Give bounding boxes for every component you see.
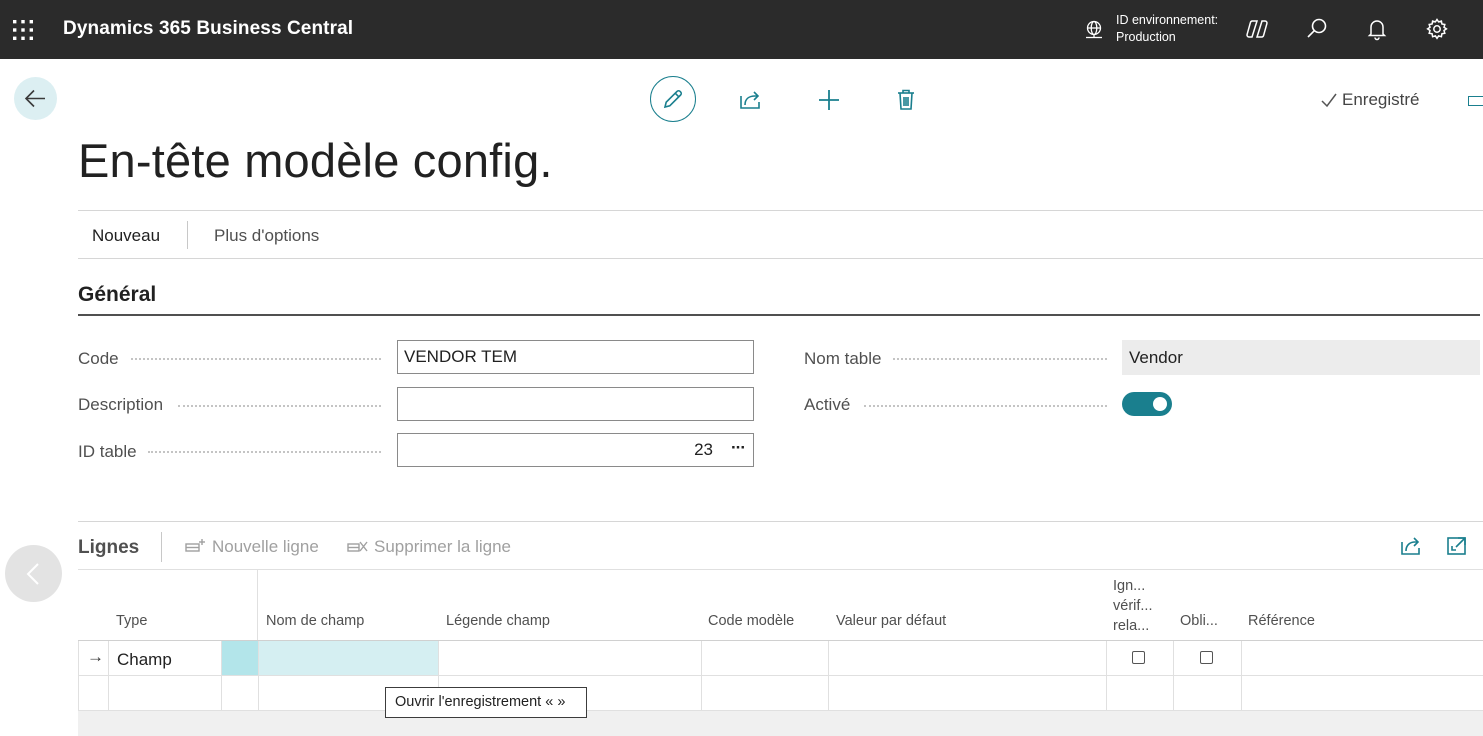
divider bbox=[78, 210, 1483, 211]
type-value: Champ bbox=[117, 650, 172, 669]
col-header-field-name[interactable]: Nom de champ bbox=[266, 613, 364, 629]
settings-gear-icon[interactable] bbox=[1425, 17, 1449, 41]
pencil-icon bbox=[663, 89, 683, 109]
reference-cell[interactable] bbox=[1242, 676, 1483, 711]
saved-label: Enregistré bbox=[1342, 90, 1420, 109]
header-line: Ign... bbox=[1113, 578, 1146, 594]
open-record-tooltip: Ouvrir l'enregistrement « » bbox=[385, 687, 587, 718]
insert-row-icon bbox=[185, 539, 205, 552]
top-bar: Dynamics 365 Business Central ID environ… bbox=[0, 0, 1483, 59]
reference-cell[interactable] bbox=[1242, 641, 1483, 676]
grid-footer bbox=[78, 711, 1483, 736]
menu-more-options[interactable]: Plus d'options bbox=[214, 226, 319, 246]
environment-label: ID environnement: bbox=[1116, 13, 1219, 27]
divider bbox=[78, 569, 1483, 570]
leader-dots bbox=[178, 405, 381, 407]
field-name-cell[interactable] bbox=[259, 641, 439, 676]
saved-status: Enregistré bbox=[1320, 90, 1419, 110]
menu-new[interactable]: Nouveau bbox=[92, 226, 160, 246]
share-button[interactable] bbox=[730, 80, 770, 120]
template-code-cell[interactable] bbox=[702, 641, 829, 676]
back-arrow-icon bbox=[24, 89, 45, 108]
app-title[interactable]: Dynamics 365 Business Central bbox=[63, 18, 353, 40]
leader-dots bbox=[864, 405, 1107, 407]
new-line-button[interactable]: Nouvelle ligne bbox=[185, 537, 319, 557]
leader-dots bbox=[148, 451, 381, 453]
row-marker-cell[interactable] bbox=[78, 676, 109, 711]
col-header-ignore-relation[interactable]: Ign... vérif... rela... bbox=[1113, 576, 1152, 636]
table-id-input[interactable]: 23 ··· bbox=[397, 433, 754, 467]
table-id-label: ID table bbox=[78, 442, 137, 461]
environment-value: Production bbox=[1116, 30, 1176, 44]
checkmark-icon bbox=[1321, 93, 1337, 108]
back-button[interactable] bbox=[14, 77, 57, 120]
delete-row-icon bbox=[347, 541, 368, 552]
environment-info[interactable]: ID environnement: Production bbox=[1116, 12, 1218, 46]
lines-share-icon[interactable] bbox=[1399, 535, 1423, 557]
description-label: Description bbox=[78, 395, 164, 414]
mandatory-checkbox[interactable] bbox=[1200, 651, 1213, 664]
type-cell[interactable]: Champ bbox=[109, 641, 222, 676]
field-number-cell[interactable] bbox=[222, 641, 259, 676]
general-section-title[interactable]: Général bbox=[78, 283, 156, 307]
leader-dots bbox=[131, 358, 381, 360]
col-header-template-code[interactable]: Code modèle bbox=[708, 613, 794, 629]
template-code-cell[interactable] bbox=[702, 676, 829, 711]
new-line-label: Nouvelle ligne bbox=[212, 537, 319, 556]
menu-separator bbox=[187, 221, 188, 249]
chevron-left-icon bbox=[26, 563, 39, 585]
mandatory-cell[interactable] bbox=[1174, 676, 1242, 711]
current-row-arrow-icon: → bbox=[87, 647, 104, 666]
leader-dots bbox=[893, 358, 1107, 360]
active-label: Activé bbox=[804, 395, 851, 414]
divider bbox=[78, 521, 1483, 522]
code-label: Code bbox=[78, 349, 119, 368]
page-title: En-tête modèle config. bbox=[78, 134, 553, 187]
active-toggle[interactable] bbox=[1122, 392, 1172, 416]
ignore-relation-checkbox[interactable] bbox=[1132, 651, 1145, 664]
lookup-ellipsis-button[interactable]: ··· bbox=[731, 432, 746, 464]
table-name-label: Nom table bbox=[804, 349, 882, 368]
ignore-relation-cell[interactable] bbox=[1107, 676, 1174, 711]
section-divider bbox=[78, 314, 1480, 316]
collapse-icon[interactable] bbox=[1468, 96, 1483, 106]
table-name-value: Vendor bbox=[1122, 340, 1480, 375]
search-icon[interactable] bbox=[1305, 17, 1329, 41]
field-number-cell[interactable] bbox=[222, 676, 259, 711]
field-caption-cell[interactable] bbox=[439, 641, 702, 676]
type-cell[interactable] bbox=[109, 676, 222, 711]
expand-icon[interactable] bbox=[1446, 535, 1468, 557]
new-record-button[interactable] bbox=[809, 80, 849, 120]
col-header-mandatory[interactable]: Obli... bbox=[1180, 613, 1218, 629]
header-line: vérif... bbox=[1113, 598, 1153, 614]
edit-button[interactable] bbox=[650, 76, 696, 122]
lines-separator bbox=[161, 532, 162, 562]
row-marker-cell[interactable]: → bbox=[78, 641, 109, 676]
default-value-cell[interactable] bbox=[829, 676, 1107, 711]
app-launcher-icon[interactable] bbox=[12, 19, 34, 41]
col-header-default-value[interactable]: Valeur par défaut bbox=[836, 613, 946, 629]
col-header-type[interactable]: Type bbox=[116, 613, 147, 629]
description-input[interactable] bbox=[397, 387, 754, 421]
lines-title[interactable]: Lignes bbox=[78, 537, 139, 559]
previous-record-button[interactable] bbox=[5, 545, 62, 602]
col-header-reference[interactable]: Référence bbox=[1248, 613, 1315, 629]
delete-line-label: Supprimer la ligne bbox=[374, 537, 512, 556]
col-header-field-caption[interactable]: Légende champ bbox=[446, 613, 550, 629]
delete-button[interactable] bbox=[886, 80, 926, 120]
notifications-bell-icon[interactable] bbox=[1365, 17, 1389, 41]
default-value-cell[interactable] bbox=[829, 641, 1107, 676]
mandatory-cell bbox=[1174, 641, 1242, 676]
header-line: rela... bbox=[1113, 618, 1150, 634]
table-id-value: 23 bbox=[694, 440, 713, 459]
column-separator bbox=[257, 570, 258, 640]
code-input[interactable]: VENDOR TEM bbox=[397, 340, 754, 374]
ignore-relation-cell bbox=[1107, 641, 1174, 676]
environment-globe-icon[interactable] bbox=[1084, 20, 1104, 40]
divider bbox=[78, 258, 1483, 259]
copilot-icon[interactable] bbox=[1245, 17, 1269, 41]
delete-line-button[interactable]: Supprimer la ligne bbox=[347, 537, 511, 557]
